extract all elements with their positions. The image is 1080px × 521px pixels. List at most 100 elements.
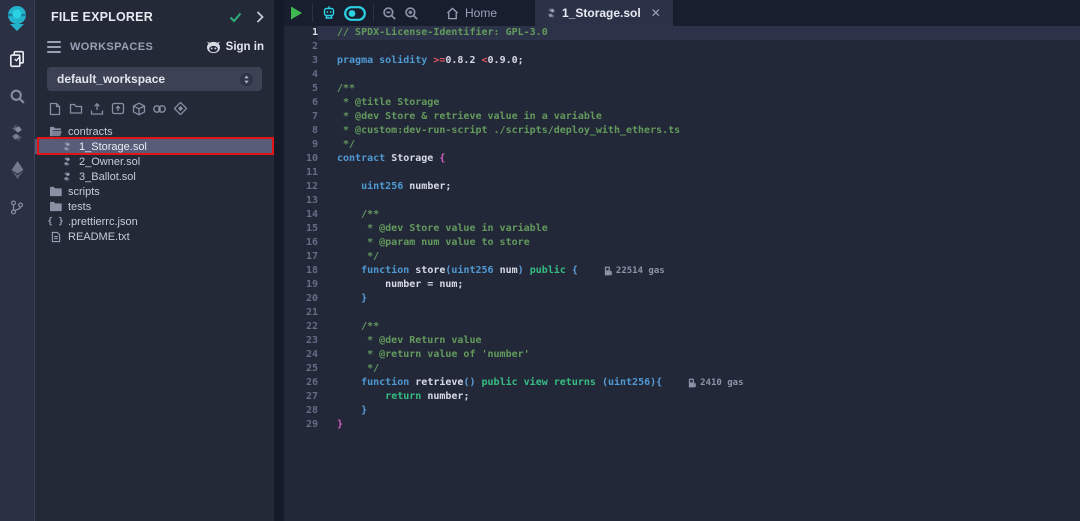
workspace-menu-icon[interactable] <box>47 41 61 53</box>
line-number[interactable]: 25 <box>284 362 318 376</box>
close-tab-icon[interactable]: ✕ <box>651 6 661 20</box>
code-line-content[interactable]: * @dev Store value in variable <box>318 222 1080 236</box>
line-number[interactable]: 14 <box>284 208 318 222</box>
run-play-icon[interactable] <box>284 0 308 26</box>
code-line-content[interactable]: * @title Storage <box>318 96 1080 110</box>
line-number[interactable]: 2 <box>284 40 318 54</box>
code-line[interactable]: 27 return number; <box>284 390 1080 404</box>
zoom-out-icon[interactable] <box>378 0 400 26</box>
tree-item-3-ballot-sol[interactable]: 3_Ballot.sol <box>35 169 274 184</box>
code-line-content[interactable]: } <box>318 404 1080 418</box>
code-line-content[interactable]: * @param num value to store <box>318 236 1080 250</box>
line-number[interactable]: 8 <box>284 124 318 138</box>
code-line[interactable]: 25 */ <box>284 362 1080 376</box>
tree-item--prettierrc-json[interactable]: { }.prettierrc.json <box>35 214 274 229</box>
code-line[interactable]: 29} <box>284 418 1080 432</box>
line-number[interactable]: 7 <box>284 110 318 124</box>
line-number[interactable]: 28 <box>284 404 318 418</box>
code-line-content[interactable]: // SPDX-License-Identifier: GPL-3.0 <box>318 26 1080 40</box>
code-line[interactable]: 16 * @param num value to store <box>284 236 1080 250</box>
link-icon[interactable] <box>152 101 167 116</box>
code-line[interactable]: 19 number = num; <box>284 278 1080 292</box>
workspace-stepper-icon[interactable] <box>239 72 254 87</box>
code-line-content[interactable]: } <box>318 292 1080 306</box>
tree-item-readme-txt[interactable]: README.txt <box>35 229 274 244</box>
line-number[interactable]: 24 <box>284 348 318 362</box>
code-line-content[interactable]: pragma solidity >=0.8.2 <0.9.0; <box>318 54 1080 68</box>
code-line[interactable]: 6 * @title Storage <box>284 96 1080 110</box>
code-line[interactable]: 5/** <box>284 82 1080 96</box>
code-line-content[interactable]: function retrieve() public view returns … <box>318 376 1080 390</box>
upload-file-icon[interactable] <box>89 101 104 116</box>
code-line[interactable]: 23 * @dev Return value <box>284 334 1080 348</box>
line-number[interactable]: 18 <box>284 264 318 278</box>
code-line[interactable]: 12 uint256 number; <box>284 180 1080 194</box>
code-line[interactable]: 17 */ <box>284 250 1080 264</box>
code-editor[interactable]: 1// SPDX-License-Identifier: GPL-3.023pr… <box>284 26 1080 521</box>
tab-1-storage-sol[interactable]: 1_Storage.sol ✕ <box>535 0 673 26</box>
github-sign-in-button[interactable]: Sign in <box>206 41 264 54</box>
collapse-panel-icon[interactable] <box>256 11 264 23</box>
code-line-content[interactable]: * @dev Return value <box>318 334 1080 348</box>
new-folder-icon[interactable] <box>68 101 83 116</box>
line-number[interactable]: 26 <box>284 376 318 390</box>
upload-folder-icon[interactable] <box>110 101 125 116</box>
code-line[interactable]: 8 * @custom:dev-run-script ./scripts/dep… <box>284 124 1080 138</box>
ai-assistant-icon[interactable] <box>317 0 341 26</box>
code-line-content[interactable]: } <box>318 418 1080 432</box>
cube-icon[interactable] <box>131 101 146 116</box>
code-line-content[interactable]: */ <box>318 138 1080 152</box>
line-number[interactable]: 5 <box>284 82 318 96</box>
search-icon[interactable] <box>0 84 34 108</box>
tree-item-tests[interactable]: tests <box>35 199 274 214</box>
line-number[interactable]: 17 <box>284 250 318 264</box>
code-line-content[interactable]: */ <box>318 250 1080 264</box>
code-line-content[interactable]: */ <box>318 362 1080 376</box>
code-line-content[interactable]: * @custom:dev-run-script ./scripts/deplo… <box>318 124 1080 138</box>
code-line-content[interactable]: return number; <box>318 390 1080 404</box>
zoom-in-icon[interactable] <box>400 0 422 26</box>
code-line[interactable]: 11 <box>284 166 1080 180</box>
line-number[interactable]: 15 <box>284 222 318 236</box>
line-number[interactable]: 27 <box>284 390 318 404</box>
code-line-content[interactable]: * @return value of 'number' <box>318 348 1080 362</box>
code-line[interactable]: 9 */ <box>284 138 1080 152</box>
code-line[interactable]: 26 function retrieve() public view retur… <box>284 376 1080 390</box>
line-number[interactable]: 3 <box>284 54 318 68</box>
line-number[interactable]: 22 <box>284 320 318 334</box>
tree-item-scripts[interactable]: scripts <box>35 184 274 199</box>
code-line-content[interactable]: function store(uint256 num) public {2251… <box>318 264 1080 278</box>
panel-resize-handle[interactable] <box>274 0 284 521</box>
code-line-content[interactable]: /** <box>318 208 1080 222</box>
code-line[interactable]: 7 * @dev Store & retrieve value in a var… <box>284 110 1080 124</box>
tree-item-contracts[interactable]: contracts <box>35 124 274 139</box>
code-line-content[interactable]: * @dev Store & retrieve value in a varia… <box>318 110 1080 124</box>
code-line[interactable]: 18 function store(uint256 num) public {2… <box>284 264 1080 278</box>
toggle-icon[interactable] <box>341 0 369 26</box>
code-line-content[interactable]: /** <box>318 82 1080 96</box>
workspace-select[interactable]: default_workspace <box>47 67 262 91</box>
line-number[interactable]: 4 <box>284 68 318 82</box>
code-line[interactable]: 20 } <box>284 292 1080 306</box>
code-line-content[interactable]: number = num; <box>318 278 1080 292</box>
code-line[interactable]: 22 /** <box>284 320 1080 334</box>
line-number[interactable]: 16 <box>284 236 318 250</box>
new-file-icon[interactable] <box>47 101 62 116</box>
code-line[interactable]: 15 * @dev Store value in variable <box>284 222 1080 236</box>
line-number[interactable]: 6 <box>284 96 318 110</box>
code-line[interactable]: 2 <box>284 40 1080 54</box>
code-line[interactable]: 10contract Storage { <box>284 152 1080 166</box>
git-icon[interactable] <box>0 195 34 219</box>
line-number[interactable]: 1 <box>284 26 318 40</box>
file-explorer-icon[interactable] <box>0 47 34 71</box>
tree-item-2-owner-sol[interactable]: 2_Owner.sol <box>35 154 274 169</box>
line-number[interactable]: 23 <box>284 334 318 348</box>
tab-home[interactable]: Home <box>434 0 509 26</box>
line-number[interactable]: 21 <box>284 306 318 320</box>
code-line-content[interactable]: contract Storage { <box>318 152 1080 166</box>
line-number[interactable]: 29 <box>284 418 318 432</box>
line-number[interactable]: 12 <box>284 180 318 194</box>
line-number[interactable]: 13 <box>284 194 318 208</box>
tree-item-1-storage-sol[interactable]: 1_Storage.sol <box>35 139 274 154</box>
line-number[interactable]: 10 <box>284 152 318 166</box>
